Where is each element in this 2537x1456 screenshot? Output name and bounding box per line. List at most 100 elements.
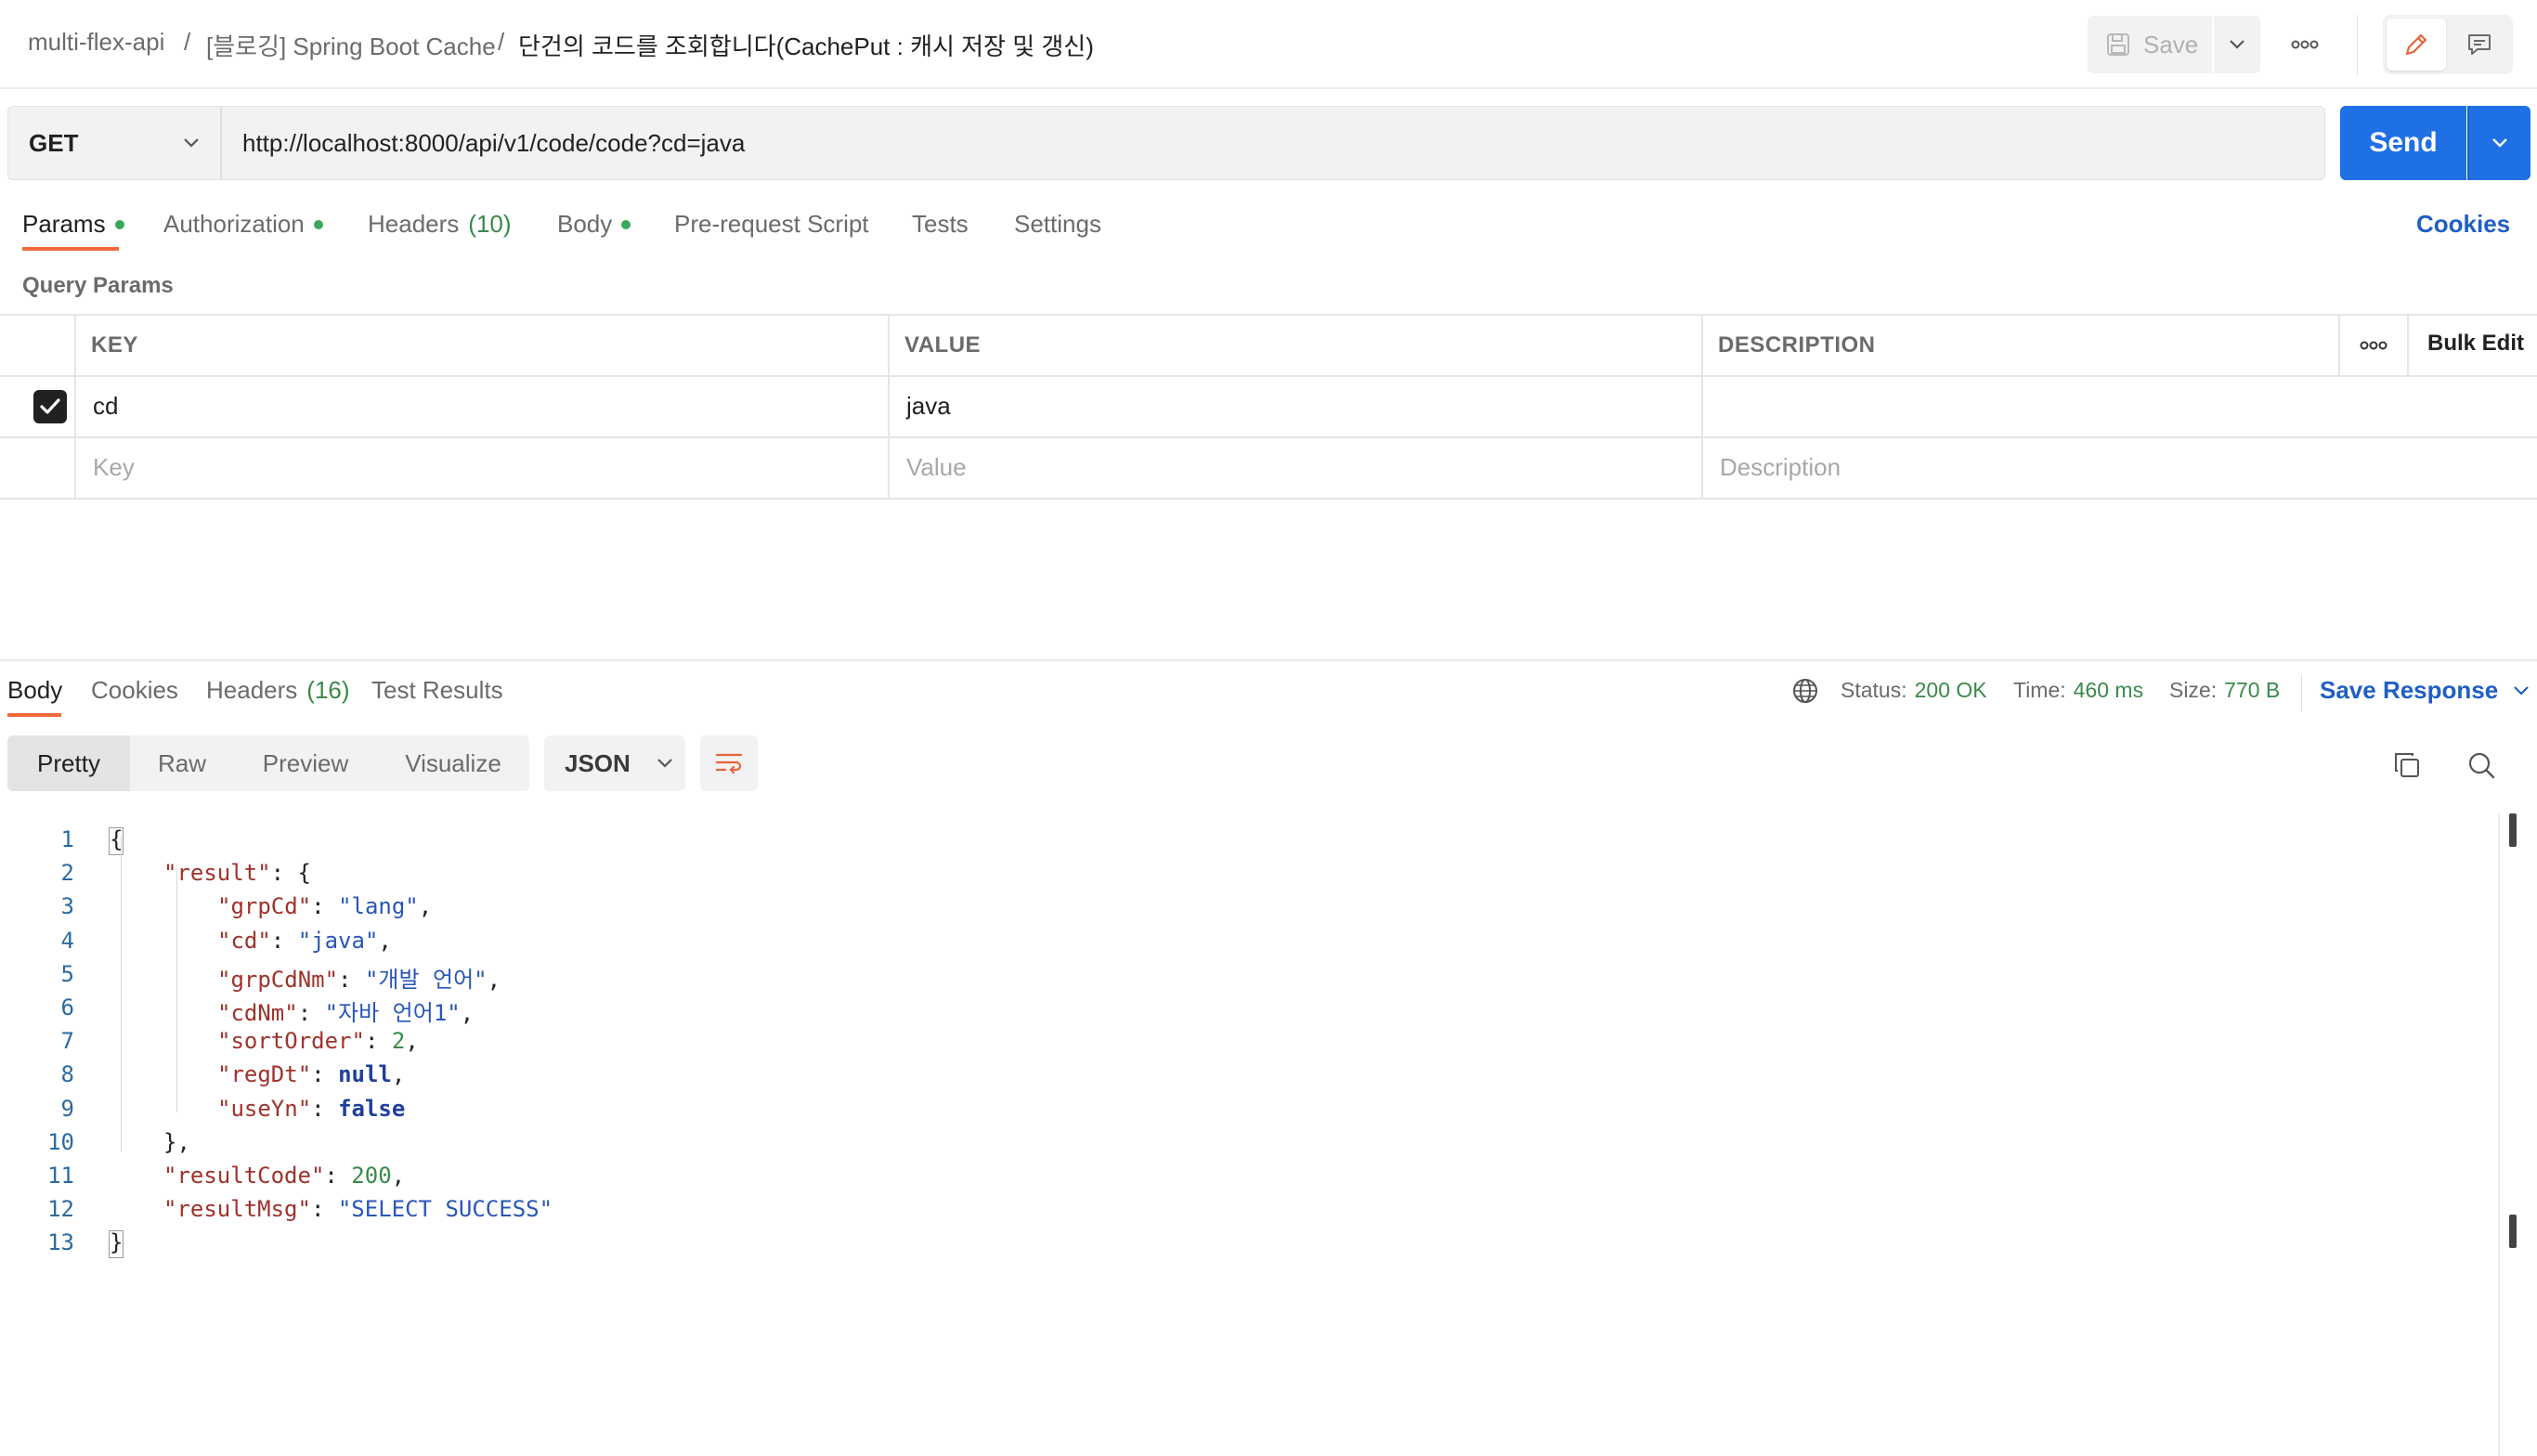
edit-mode-button[interactable]: [2387, 19, 2446, 71]
response-body-viewer[interactable]: 1{2 "result": {3 "grpCd": "lang", 4 "cd": "j…: [0, 813, 2507, 1278]
pane-divider[interactable]: [0, 659, 2537, 661]
tab-tests[interactable]: Tests: [912, 210, 969, 239]
code-token: ,: [378, 927, 392, 954]
breadcrumb-separator: /: [498, 28, 505, 56]
param-key-placeholder[interactable]: Key: [93, 453, 135, 482]
save-button[interactable]: Save: [2088, 16, 2212, 73]
search-button[interactable]: [2463, 747, 2500, 784]
view-mode-visualize[interactable]: Visualize: [392, 735, 514, 791]
tab-authorization[interactable]: Authorization: [163, 210, 323, 239]
column-options-button[interactable]: [2344, 329, 2403, 362]
status-dot: [114, 219, 124, 229]
tab-prerequest-script[interactable]: Pre-request Script: [674, 210, 869, 239]
code-token: "자바 언어1": [324, 1000, 461, 1026]
param-key-cell[interactable]: cd: [93, 392, 118, 421]
param-value-placeholder[interactable]: Value: [906, 453, 967, 482]
response-tab-cookies[interactable]: Cookies: [91, 676, 178, 705]
scrollbar-thumb[interactable]: [2509, 813, 2517, 847]
query-params-title: Query Params: [22, 273, 174, 298]
code-token: 2: [391, 1028, 406, 1055]
save-label: Save: [2143, 30, 2199, 58]
code-token: null: [338, 1061, 392, 1088]
line-number: 6: [60, 994, 74, 1020]
copy-button[interactable]: [2388, 747, 2426, 784]
bulk-edit-button[interactable]: Bulk Edit: [2427, 331, 2524, 357]
view-mode-raw[interactable]: Raw: [139, 735, 225, 791]
bracket-match-highlight: [109, 1230, 124, 1259]
code-token: "resultCode": [163, 1163, 325, 1189]
send-button[interactable]: Send: [2340, 106, 2466, 180]
code-token: ,: [460, 1000, 475, 1026]
tab-headers[interactable]: Headers (10): [368, 210, 512, 239]
code-token: "regDt": [217, 1061, 312, 1088]
network-info-button[interactable]: [1790, 676, 1820, 706]
line-number: 10: [47, 1128, 74, 1155]
line-number: 5: [60, 960, 74, 987]
code-line: "result": {: [163, 860, 311, 886]
headers-count: (10): [468, 210, 512, 238]
tab-params[interactable]: Params: [22, 210, 124, 239]
search-icon: [2468, 752, 2495, 779]
save-response-button[interactable]: Save Response: [2320, 676, 2530, 705]
globe-icon: [1793, 679, 1817, 703]
code-token: :: [310, 1196, 338, 1223]
breadcrumb-folder[interactable]: [블로깅] Spring Boot Cache: [206, 28, 496, 62]
line-number: 11: [47, 1163, 74, 1189]
param-value-cell[interactable]: java: [906, 392, 951, 421]
param-description-placeholder[interactable]: Description: [1720, 453, 1841, 482]
save-options-button[interactable]: [2214, 16, 2260, 73]
ellipsis-icon: [2360, 341, 2387, 350]
code-token: "개발 언어": [364, 966, 488, 993]
code-token: ,: [418, 893, 433, 920]
code-line: "cdNm": "자바 언어1",: [217, 994, 474, 1027]
response-tab-body[interactable]: Body: [7, 676, 62, 705]
code-token: :: [311, 893, 339, 920]
breadcrumb-collection[interactable]: multi-flex-api: [28, 28, 164, 57]
method-select[interactable]: GET: [7, 106, 221, 180]
breadcrumb-request-name[interactable]: 단건의 코드를 조회합니다(CachePut : 캐시 저장 및 갱신): [518, 28, 1094, 62]
view-mode-preview[interactable]: Preview: [247, 735, 364, 791]
url-input[interactable]: http://localhost:8000/api/v1/code/code?c…: [221, 106, 2325, 180]
chevron-down-icon: [657, 759, 672, 768]
line-number: 2: [60, 860, 74, 887]
breadcrumb-separator: /: [184, 28, 191, 56]
response-tab-headers[interactable]: Headers (16): [206, 676, 350, 705]
status-value: 200 OK: [1914, 678, 1987, 702]
status-label: Status:: [1841, 678, 1907, 702]
code-token: "resultMsg": [163, 1196, 311, 1223]
wrap-lines-button[interactable]: [700, 735, 758, 791]
comments-button[interactable]: [2450, 19, 2509, 71]
code-token: :: [311, 1095, 339, 1122]
chevron-down-icon: [2492, 138, 2507, 148]
tab-body[interactable]: Body: [557, 210, 631, 239]
status-dot: [621, 219, 631, 229]
code-line: "regDt": null,: [217, 1061, 405, 1087]
active-tab-indicator: [22, 247, 119, 251]
tab-settings[interactable]: Settings: [1014, 210, 1101, 239]
code-token: ,: [391, 1163, 406, 1189]
response-tab-test-results[interactable]: Test Results: [371, 676, 503, 705]
response-size[interactable]: Size: 770 B: [2169, 678, 2280, 703]
table-border: [0, 498, 2537, 500]
response-tab-headers-label: Headers: [206, 676, 298, 704]
size-label: Size:: [2169, 678, 2218, 702]
view-mode-pretty[interactable]: Pretty: [7, 735, 130, 791]
cookies-link[interactable]: Cookies: [2416, 210, 2510, 239]
code-token: ,: [391, 1061, 406, 1088]
format-select[interactable]: JSON: [544, 735, 685, 791]
response-status[interactable]: Status: 200 OK: [1841, 678, 1987, 703]
time-value: 460 ms: [2073, 678, 2144, 702]
row-enabled-checkbox[interactable]: [33, 390, 67, 423]
scrollbar-track[interactable]: [2498, 813, 2500, 1456]
code-token: "sortOrder": [217, 1028, 365, 1055]
send-options-button[interactable]: [2467, 106, 2530, 180]
code-token: :: [311, 1061, 339, 1088]
line-number: 8: [60, 1061, 74, 1088]
code-token: ,: [405, 1028, 419, 1055]
response-time[interactable]: Time: 460 ms: [2013, 678, 2143, 703]
save-icon: [2107, 33, 2129, 56]
param-description-cell[interactable]: [1720, 392, 2518, 425]
more-options-button[interactable]: [2283, 26, 2327, 63]
line-number: 7: [60, 1028, 74, 1055]
table-border: [0, 314, 2537, 316]
